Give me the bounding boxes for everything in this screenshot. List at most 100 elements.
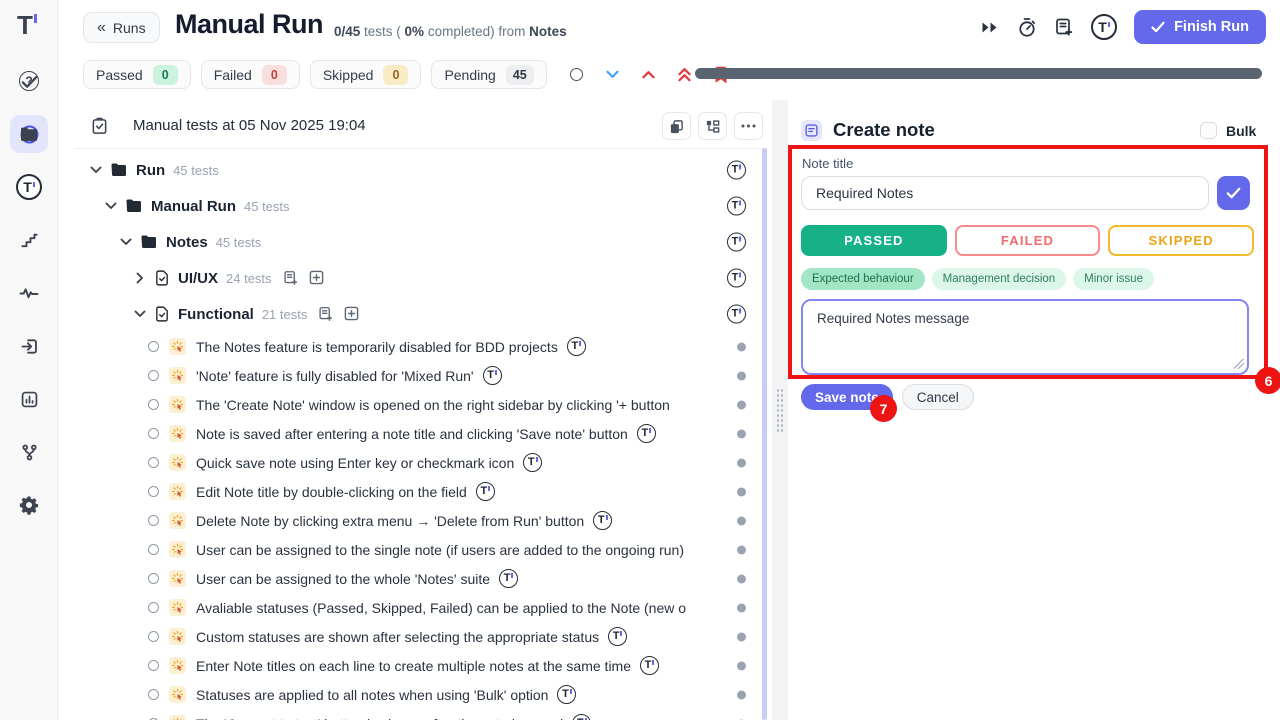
more-button[interactable] [734, 112, 763, 140]
chevron-down-icon[interactable] [105, 202, 117, 210]
tree-row[interactable]: Notes 45 tests T [58, 224, 768, 260]
add-test-icon[interactable] [344, 306, 359, 322]
status-button[interactable]: PASSED [801, 225, 947, 256]
tree-row[interactable]: Delete Note by clicking extra menu → 'De… [58, 506, 768, 535]
tree-row-label: Run [136, 162, 165, 179]
tree-row[interactable]: Enter Note titles on each line to create… [58, 651, 768, 680]
copy-button[interactable] [662, 112, 691, 140]
tree-row[interactable]: The 'Create Note' window is opened on th… [58, 390, 768, 419]
status-dot[interactable] [737, 342, 746, 351]
suite-actions [283, 270, 324, 286]
test-status-circle[interactable] [148, 660, 159, 671]
status-dot[interactable] [737, 371, 746, 380]
tree-row[interactable]: 'Note' feature is fully disabled for 'Mi… [58, 361, 768, 390]
status-filter-chip[interactable]: Passed 0 [83, 60, 191, 89]
testomat-circle-icon: T [16, 174, 42, 200]
cancel-button[interactable]: Cancel [902, 384, 974, 410]
status-tag[interactable]: Expected behaviour [801, 268, 925, 290]
test-status-circle[interactable] [148, 486, 159, 497]
manual-test-icon [169, 657, 186, 674]
test-status-circle[interactable] [148, 544, 159, 555]
finish-run-button[interactable]: Finish Run [1134, 10, 1266, 44]
timer-icon[interactable] [1017, 17, 1037, 38]
tree-row[interactable]: The Notes feature is temporarily disable… [58, 332, 768, 361]
tree-scrollbar[interactable] [762, 148, 767, 720]
status-dot[interactable] [737, 487, 746, 496]
testomat-circle-icon[interactable]: T [727, 197, 746, 216]
test-status-circle[interactable] [148, 341, 159, 352]
bulk-checkbox[interactable] [1200, 122, 1217, 139]
test-status-circle[interactable] [148, 573, 159, 584]
status-dot[interactable] [737, 632, 746, 641]
add-note-icon[interactable] [318, 306, 333, 322]
testomat-circle-icon[interactable]: T [727, 161, 746, 180]
test-status-circle[interactable] [148, 399, 159, 410]
tree-row[interactable]: The 'Convert to test' button is shown af… [58, 709, 768, 720]
note-message-textarea[interactable]: Required Notes message [801, 299, 1249, 375]
tree-row[interactable]: Functional 21 tests T [58, 296, 768, 332]
tree-row-label: Edit Note title by double-clicking on th… [196, 484, 467, 500]
status-tag[interactable]: Minor issue [1073, 268, 1154, 290]
test-status-circle[interactable] [148, 370, 159, 381]
chevron-down-icon[interactable] [606, 70, 619, 79]
status-dot[interactable] [737, 603, 746, 612]
test-status-circle[interactable] [148, 689, 159, 700]
status-dot[interactable] [737, 458, 746, 467]
chevron-down-icon[interactable] [134, 310, 146, 318]
status-button[interactable]: SKIPPED [1108, 225, 1254, 256]
testomat-logo-icon[interactable]: T [17, 12, 37, 38]
testomat-logo-icon[interactable]: T [1091, 14, 1117, 40]
tree-view-button[interactable] [698, 112, 727, 140]
double-chevron-up-icon[interactable] [678, 68, 691, 82]
tree-row[interactable]: Quick save note using Enter key or check… [58, 448, 768, 477]
tree-row[interactable]: Manual Run 45 tests T [58, 188, 768, 224]
tree-row[interactable]: User can be assigned to the single note … [58, 535, 768, 564]
sidebar-item-account[interactable]: T [10, 168, 48, 206]
add-note-icon[interactable] [1054, 17, 1074, 37]
note-title-input[interactable] [801, 176, 1209, 210]
tree-row[interactable]: Statuses are applied to all notes when u… [58, 680, 768, 709]
fast-forward-icon[interactable] [981, 20, 1000, 35]
status-tag[interactable]: Management decision [932, 268, 1067, 290]
chevron-down-icon[interactable] [90, 166, 102, 174]
tree-row[interactable]: Avaliable statuses (Passed, Skipped, Fai… [58, 593, 768, 622]
test-status-circle[interactable] [148, 457, 159, 468]
tree-row[interactable]: Run 45 tests T [58, 152, 768, 188]
status-button[interactable]: FAILED [955, 225, 1101, 256]
tree-row[interactable]: User can be assigned to the whole 'Notes… [58, 564, 768, 593]
status-filter-chip[interactable]: Failed 0 [201, 60, 300, 89]
back-to-runs-button[interactable]: « Runs [83, 12, 160, 43]
tree-row[interactable]: Edit Note title by double-clicking on th… [58, 477, 768, 506]
status-filter-chip[interactable]: Pending 45 [431, 60, 546, 89]
sidebar-item-projects[interactable] [10, 115, 48, 153]
run-stats: 0/45 tests ( 0% completed) from Notes [334, 24, 567, 39]
testomat-circle-icon[interactable]: T [727, 269, 746, 288]
status-dot[interactable] [737, 516, 746, 525]
tree-row[interactable]: UI/UX 24 tests T [58, 260, 768, 296]
status-dot[interactable] [737, 574, 746, 583]
test-status-circle[interactable] [148, 428, 159, 439]
panel-drag-handle[interactable] [776, 388, 784, 434]
quick-save-button[interactable] [1217, 176, 1250, 210]
status-circle-icon[interactable] [570, 68, 583, 81]
status-dot[interactable] [737, 400, 746, 409]
tree-row[interactable]: Note is saved after entering a note titl… [58, 419, 768, 448]
test-status-circle[interactable] [148, 602, 159, 613]
chevron-up-icon[interactable] [642, 70, 655, 79]
status-dot[interactable] [737, 661, 746, 670]
tree-row[interactable]: Custom statuses are shown after selectin… [58, 622, 768, 651]
add-test-icon[interactable] [309, 270, 324, 286]
chevron-down-icon[interactable] [120, 238, 132, 246]
testomat-circle-icon[interactable]: T [727, 305, 746, 324]
status-filter-chip[interactable]: Skipped 0 [310, 60, 422, 89]
testomat-circle-icon[interactable]: T [727, 233, 746, 252]
help-icon: ? [19, 71, 39, 91]
chevron-down-icon[interactable] [136, 272, 144, 284]
sidebar-item-help[interactable]: ? [10, 62, 48, 100]
status-dot[interactable] [737, 429, 746, 438]
test-status-circle[interactable] [148, 515, 159, 526]
status-dot[interactable] [737, 690, 746, 699]
status-dot[interactable] [737, 545, 746, 554]
add-note-icon[interactable] [283, 270, 298, 286]
test-status-circle[interactable] [148, 631, 159, 642]
